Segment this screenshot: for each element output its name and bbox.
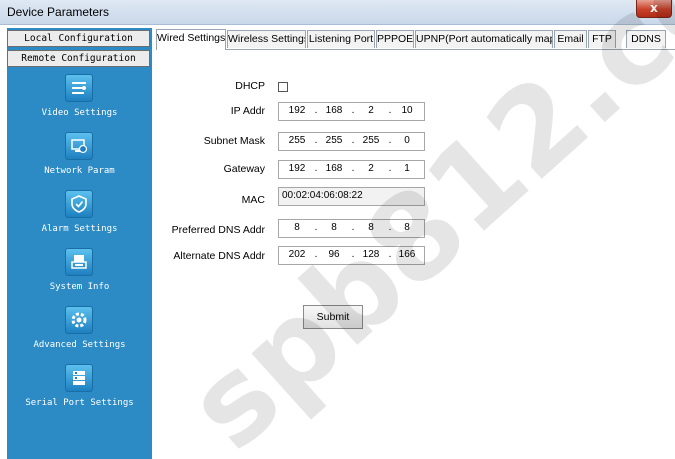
title-bar: Device Parameters x — [0, 0, 675, 25]
tab-ftp[interactable]: FTP — [588, 30, 616, 48]
sidebar-item-label: Serial Port Settings — [25, 398, 134, 408]
sidebar-item-advanced-settings[interactable]: Advanced Settings — [7, 306, 152, 361]
mac-field: 00:02:04:06:08:22 — [278, 187, 425, 206]
tab-email[interactable]: Email — [554, 30, 587, 48]
mask-octet-2: 255 — [325, 135, 343, 146]
ip-dot: . — [314, 135, 318, 146]
gateway-field[interactable]: 192 . 168 . 2 . 1 — [278, 160, 425, 179]
network-param-icon — [65, 132, 93, 160]
sidebar-item-label: Advanced Settings — [33, 340, 126, 350]
subnet-mask-field[interactable]: 255 . 255 . 255 . 0 — [278, 132, 425, 151]
preferred-dns-label: Preferred DNS Addr — [171, 224, 265, 236]
sidebar-item-label: Network Param — [44, 166, 115, 176]
ip-dot: . — [388, 105, 392, 116]
ip-addr-field[interactable]: 192 . 168 . 2 . 10 — [278, 102, 425, 121]
tab-strip: Wired Settings Wireless Settings Listeni… — [156, 29, 675, 50]
alternate-dns-field[interactable]: 202 . 96 . 128 . 166 — [278, 246, 425, 265]
video-settings-icon — [65, 74, 93, 102]
tab-ddns[interactable]: DDNS — [626, 30, 666, 48]
mask-octet-4: 0 — [404, 135, 410, 146]
sidebar-item-label: Alarm Settings — [41, 224, 118, 234]
mac-label: MAC — [241, 194, 265, 206]
ip-octet-1: 192 — [288, 105, 306, 116]
device-parameters-window: Device Parameters x Local Configuration … — [0, 0, 675, 459]
dns1-octet-3: 8 — [368, 222, 374, 233]
ip-dot: . — [351, 222, 355, 233]
sidebar-item-alarm-settings[interactable]: Alarm Settings — [7, 190, 152, 245]
tab-wired-settings[interactable]: Wired Settings — [156, 29, 226, 50]
ip-dot: . — [388, 135, 392, 146]
dns2-octet-1: 202 — [288, 249, 306, 260]
ip-dot: . — [351, 105, 355, 116]
ip-octet-3: 2 — [368, 105, 374, 116]
subnet-mask-label: Subnet Mask — [203, 135, 265, 147]
mask-octet-1: 255 — [288, 135, 306, 146]
window-title: Device Parameters — [7, 5, 110, 19]
remote-configuration-button[interactable]: Remote Configuration — [7, 50, 150, 67]
left-panel: Local Configuration Remote Configuration… — [7, 28, 152, 459]
dns2-octet-2: 96 — [328, 249, 340, 260]
sidebar-item-label: System Info — [49, 282, 110, 292]
dhcp-label: DHCP — [235, 80, 265, 92]
ip-dot: . — [388, 249, 392, 260]
dns2-octet-3: 128 — [362, 249, 380, 260]
server-icon — [65, 364, 93, 392]
ip-dot: . — [351, 135, 355, 146]
gateway-label: Gateway — [223, 163, 265, 175]
ip-dot: . — [388, 163, 392, 174]
ip-dot: . — [314, 105, 318, 116]
ip-octet-2: 168 — [325, 105, 343, 116]
tab-wireless-settings[interactable]: Wireless Settings — [227, 30, 306, 48]
mask-octet-3: 255 — [362, 135, 380, 146]
sidebar-item-serial-port-settings[interactable]: Serial Port Settings — [7, 364, 152, 419]
ip-addr-label: IP Addr — [230, 105, 265, 117]
dns2-octet-4: 166 — [398, 249, 416, 260]
sidebar-item-system-info[interactable]: System Info — [7, 248, 152, 303]
system-info-icon — [65, 248, 93, 276]
local-configuration-button[interactable]: Local Configuration — [7, 30, 150, 47]
ip-octet-4: 10 — [401, 105, 413, 116]
submit-button[interactable]: Submit — [303, 305, 363, 329]
gateway-octet-1: 192 — [288, 163, 306, 174]
gateway-octet-3: 2 — [368, 163, 374, 174]
dns1-octet-2: 8 — [331, 222, 337, 233]
dhcp-checkbox[interactable] — [278, 82, 288, 92]
ip-dot: . — [351, 249, 355, 260]
tab-pppoe[interactable]: PPPOE — [376, 30, 414, 48]
alternate-dns-label: Alternate DNS Addr — [173, 250, 265, 262]
gear-icon — [65, 306, 93, 334]
tab-upnp[interactable]: UPNP(Port automatically maps) — [415, 30, 553, 48]
ip-dot: . — [388, 222, 392, 233]
ip-dot: . — [351, 163, 355, 174]
gateway-octet-4: 1 — [404, 163, 410, 174]
sidebar-item-label: Video Settings — [41, 108, 118, 118]
dns1-octet-1: 8 — [294, 222, 300, 233]
ip-dot: . — [314, 163, 318, 174]
ip-dot: . — [314, 249, 318, 260]
sidebar-item-video-settings[interactable]: Video Settings — [7, 74, 152, 129]
ip-dot: . — [314, 222, 318, 233]
preferred-dns-field[interactable]: 8 . 8 . 8 . 8 — [278, 219, 425, 238]
shield-icon — [65, 190, 93, 218]
close-button[interactable]: x — [636, 0, 672, 18]
sidebar-item-network-param[interactable]: Network Param — [7, 132, 152, 187]
gateway-octet-2: 168 — [325, 163, 343, 174]
dns1-octet-4: 8 — [404, 222, 410, 233]
tab-listening-port[interactable]: Listening Port — [307, 30, 375, 48]
